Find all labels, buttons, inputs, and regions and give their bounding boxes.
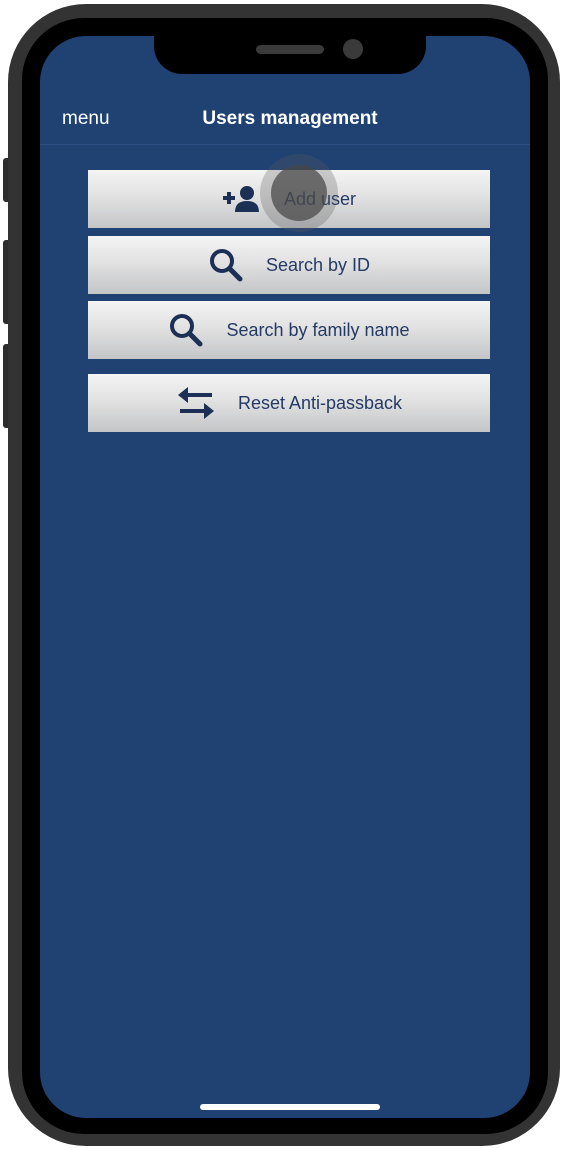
search-icon [208,247,244,283]
reset-anti-passback-label: Reset Anti-passback [237,392,403,413]
navigation-bar: menu Users management [40,96,530,145]
page-title: Users management [202,108,378,129]
speaker-grille [256,45,324,54]
menu-button[interactable]: menu [62,108,110,130]
phone-notch [154,36,426,74]
reset-anti-passback-button[interactable]: Reset Anti-passback [88,374,490,432]
app-screen: menu Users management Add user Search by… [40,36,530,1118]
add-user-icon [222,184,262,214]
search-by-family-name-label: Search by family name [226,319,410,340]
search-by-family-name-button[interactable]: Search by family name [88,301,490,359]
swap-arrows-icon [176,384,216,422]
add-user-button[interactable]: Add user [88,170,490,228]
add-user-label: Add user [283,188,357,209]
search-by-id-label: Search by ID [265,254,371,275]
home-indicator[interactable] [200,1104,380,1110]
search-icon [168,312,204,348]
front-camera [343,39,363,59]
search-by-id-button[interactable]: Search by ID [88,236,490,294]
